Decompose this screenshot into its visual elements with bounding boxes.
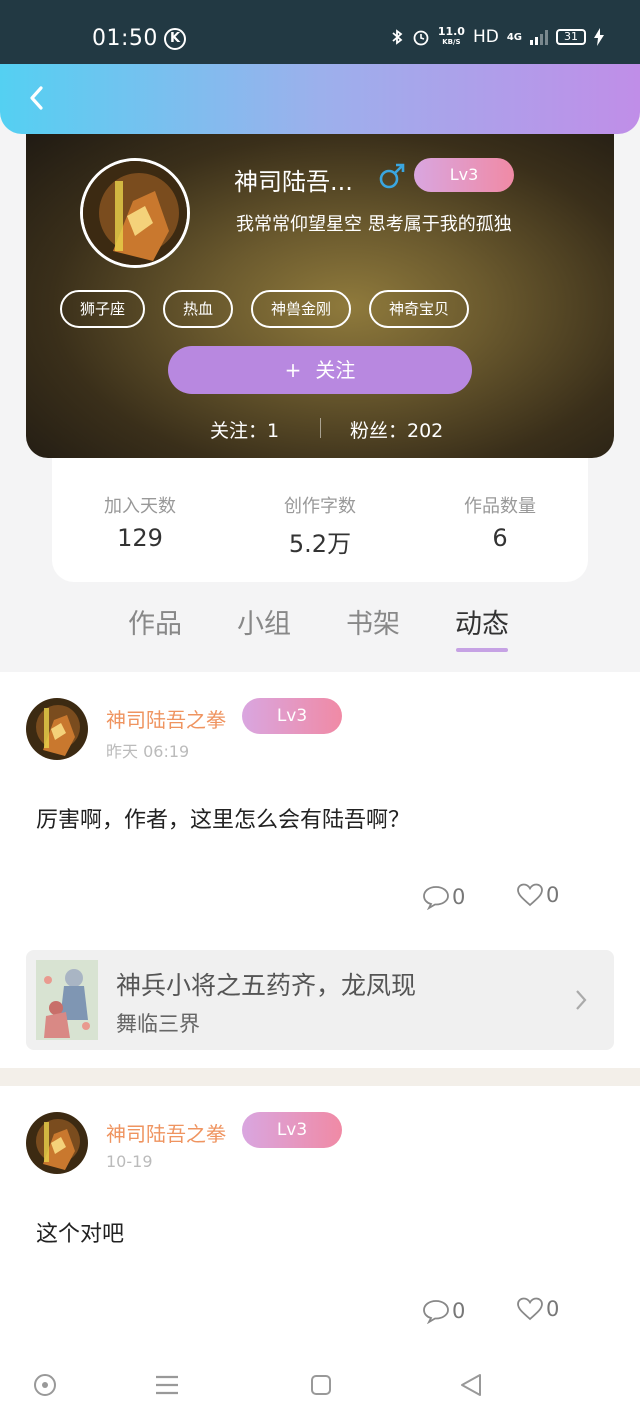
like-count: 0 — [546, 883, 560, 907]
stat-works-count: 作品数量 6 — [430, 492, 570, 552]
divider — [320, 418, 321, 438]
like-button[interactable]: 0 — [516, 1296, 559, 1322]
book-cover-image — [36, 960, 98, 1040]
bluetooth-icon — [392, 29, 403, 45]
status-bar: 01:50 K 11.0 KB/S HD 4G 31 — [0, 0, 640, 64]
stat-label: 创作字数 — [284, 496, 356, 517]
square-icon — [311, 1375, 331, 1395]
tab-groups[interactable]: 小组 — [237, 602, 291, 641]
k-icon: K — [164, 28, 186, 50]
tab-bookshelf[interactable]: 书架 — [346, 602, 400, 641]
system-nav-bar — [0, 1352, 640, 1422]
stat-value: 129 — [117, 524, 163, 552]
battery-icon: 31 — [556, 29, 586, 45]
post-author[interactable]: 神司陆吾之拳 — [106, 704, 226, 733]
plus-icon: + — [284, 358, 302, 382]
activity-post: 神司陆吾之拳 Lv3 昨天 06:19 厉害啊，作者，这里怎么会有陆吾啊？ 0 … — [0, 672, 640, 1068]
signal-icon — [530, 29, 548, 45]
stat-join-days: 加入天数 129 — [70, 492, 210, 552]
fans-count[interactable]: 粉丝：202 — [350, 416, 443, 443]
avatar[interactable] — [26, 1112, 88, 1174]
level-badge: Lv3 — [242, 698, 342, 734]
menu-icon — [156, 1375, 178, 1395]
chevron-right-icon — [576, 990, 587, 1010]
comment-bubble-icon — [423, 1300, 449, 1324]
stat-value: 5.2万 — [288, 530, 352, 558]
activity-post: 神司陆吾之拳 Lv3 10-19 这个对吧 0 0 — [0, 1086, 640, 1352]
triangle-back-icon — [461, 1374, 481, 1396]
avatar[interactable] — [80, 158, 190, 268]
status-indicators: 11.0 KB/S HD 4G 31 — [390, 25, 604, 47]
heart-icon — [517, 1297, 543, 1321]
post-author[interactable]: 神司陆吾之拳 — [106, 1118, 226, 1147]
stat-label: 加入天数 — [104, 496, 176, 517]
stat-label: 作品数量 — [464, 496, 536, 517]
heart-icon — [517, 883, 543, 907]
tag-item[interactable]: 神兽金刚 — [251, 290, 352, 328]
stat-word-count: 创作字数 5.2万 — [250, 492, 390, 559]
status-time: 01:50 — [92, 26, 158, 51]
charging-icon — [594, 28, 604, 46]
post-text: 厉害啊，作者，这里怎么会有陆吾啊？ — [36, 808, 411, 833]
comment-count: 0 — [452, 885, 466, 909]
comment-bubble-icon — [423, 886, 449, 910]
like-count: 0 — [546, 1297, 560, 1321]
book-title: 神兵小将之五药齐，龙凤现 — [116, 971, 417, 1000]
profile-banner: 神司陆吾... Lv3 我常常仰望星空 思考属于我的孤独 狮子座 热血 神兽金刚… — [26, 120, 614, 458]
tab-works[interactable]: 作品 — [128, 602, 182, 641]
book-subtitle: 舞临三界 — [116, 1012, 200, 1036]
assistant-button[interactable] — [30, 1370, 60, 1400]
chevron-left-icon — [30, 86, 43, 110]
home-button[interactable] — [306, 1370, 336, 1400]
like-button[interactable]: 0 — [516, 882, 559, 908]
level-badge: Lv3 — [242, 1112, 342, 1148]
tag-item[interactable]: 神奇宝贝 — [369, 290, 470, 328]
stats-card: 加入天数 129 创作字数 5.2万 作品数量 6 — [52, 458, 588, 582]
post-text: 这个对吧 — [36, 1222, 125, 1247]
tab-bar: 作品 小组 书架 动态 — [0, 596, 640, 656]
back-nav-button[interactable] — [456, 1370, 486, 1400]
comment-button[interactable]: 0 — [422, 1298, 465, 1324]
network-speed: 11.0 KB/S — [437, 25, 465, 46]
circle-dot-icon — [34, 1374, 56, 1396]
male-icon — [378, 162, 406, 194]
header-bar — [0, 64, 640, 134]
follow-label: 关注 — [315, 358, 356, 382]
follow-counts: 关注：1 粉丝：202 — [26, 410, 614, 446]
comment-count: 0 — [452, 1299, 466, 1323]
avatar-image — [26, 1112, 88, 1174]
tab-active-indicator — [456, 648, 508, 652]
book-cover — [36, 960, 98, 1040]
level-badge: Lv3 — [414, 158, 514, 192]
tag-list: 狮子座 热血 神兽金刚 神奇宝贝 — [60, 290, 470, 328]
post-separator — [0, 1068, 640, 1086]
post-time: 10-19 — [106, 1152, 153, 1171]
post-time: 昨天 06:19 — [106, 742, 190, 761]
book-card[interactable]: 神兵小将之五药齐，龙凤现 舞临三界 — [26, 950, 614, 1050]
following-count[interactable]: 关注：1 — [210, 416, 279, 443]
nickname: 神司陆吾... — [234, 168, 353, 196]
menu-button[interactable] — [152, 1370, 182, 1400]
hd-indicator: HD — [472, 27, 499, 47]
signature: 我常常仰望星空 思考属于我的孤独 — [236, 214, 512, 235]
back-button[interactable] — [18, 80, 54, 116]
tab-activity[interactable]: 动态 — [455, 602, 509, 641]
tag-item[interactable]: 狮子座 — [60, 290, 146, 328]
tag-item[interactable]: 热血 — [163, 290, 234, 328]
alarm-icon — [413, 30, 429, 46]
avatar[interactable] — [26, 698, 88, 760]
avatar-image — [26, 698, 88, 760]
comment-button[interactable]: 0 — [422, 884, 465, 910]
stat-value: 6 — [492, 524, 508, 552]
follow-button[interactable]: + 关注 — [168, 346, 472, 394]
network-type: 4G — [506, 31, 522, 43]
avatar-image — [83, 161, 187, 265]
